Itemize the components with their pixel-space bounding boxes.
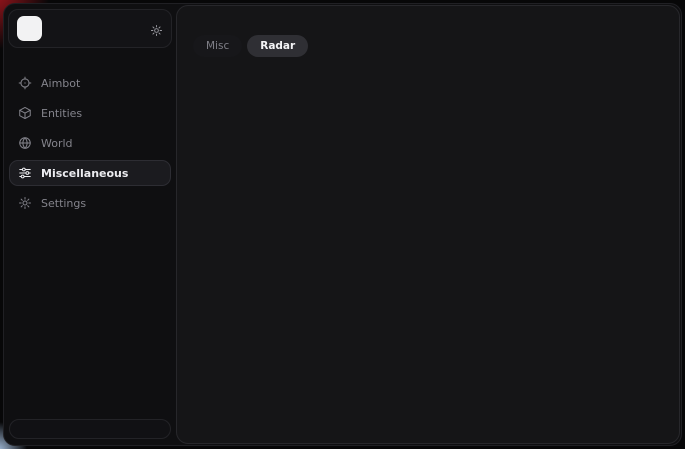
gear-icon	[18, 196, 32, 210]
logo-card	[8, 9, 172, 48]
subscription-box	[9, 419, 171, 439]
tab-misc[interactable]: Misc	[193, 35, 242, 57]
sidebar-item-miscellaneous[interactable]: Miscellaneous	[9, 160, 171, 186]
globe-icon	[18, 136, 32, 150]
filter-icon	[18, 166, 32, 180]
settings-gear-icon[interactable]	[150, 22, 163, 35]
app-logo	[17, 16, 42, 41]
tab-bar: MiscRadar	[193, 35, 663, 57]
cube-icon	[18, 106, 32, 120]
sidebar-item-world[interactable]: World	[9, 130, 171, 156]
sidebar: Aimbot Entities World Miscellaneous Sett…	[4, 4, 176, 445]
sidebar-nav: Aimbot Entities World Miscellaneous Sett…	[4, 68, 176, 218]
sidebar-item-aimbot[interactable]: Aimbot	[9, 70, 171, 96]
sidebar-item-entities[interactable]: Entities	[9, 100, 171, 126]
main-content: MiscRadar	[176, 5, 680, 444]
crosshair-icon	[18, 76, 32, 90]
sidebar-item-settings[interactable]: Settings	[9, 190, 171, 216]
tab-radar[interactable]: Radar	[247, 35, 308, 57]
app-window: Aimbot Entities World Miscellaneous Sett…	[3, 3, 682, 446]
